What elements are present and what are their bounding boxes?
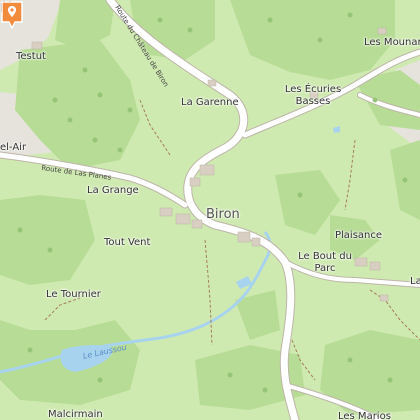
place-label-testut[interactable]: Testut — [16, 51, 46, 63]
place-label-malcirmain[interactable]: Malcirmain — [48, 409, 103, 420]
place-label-les-marios[interactable]: Les Marios — [338, 411, 391, 420]
place-label-les-mounar[interactable]: Les Mounar — [364, 37, 420, 49]
place-label-la-garenne[interactable]: La Garenne — [181, 97, 239, 109]
place-label-biron[interactable]: Biron — [206, 208, 240, 221]
place-label-tout-vent[interactable]: Tout Vent — [104, 237, 150, 249]
place-label-les-ecuries-line1: Les Écuries — [284, 84, 342, 95]
place-label-plaisance[interactable]: Plaisance — [335, 230, 382, 242]
place-label-le-bout-du-parc[interactable]: Le Bout du Parc — [298, 251, 352, 275]
map-canvas[interactable]: Route du Château de Biron Route de Las P… — [0, 0, 420, 420]
place-label-la[interactable]: La — [410, 276, 420, 288]
place-label-la-grange[interactable]: La Grange — [87, 185, 139, 197]
place-label-le-tournier[interactable]: Le Tournier — [46, 289, 101, 301]
place-label-les-ecuries-basses[interactable]: Les Écuries Basses — [285, 84, 341, 108]
place-label-les-ecuries-line2: Basses — [295, 96, 331, 107]
place-label-bout-du-parc-line2: Parc — [314, 263, 336, 274]
location-pin-icon[interactable] — [0, 0, 24, 30]
place-label-el-air[interactable]: el-Air — [0, 142, 26, 154]
pond-east — [333, 126, 340, 133]
place-label-bout-du-parc-line1: Le Bout du — [298, 251, 352, 262]
